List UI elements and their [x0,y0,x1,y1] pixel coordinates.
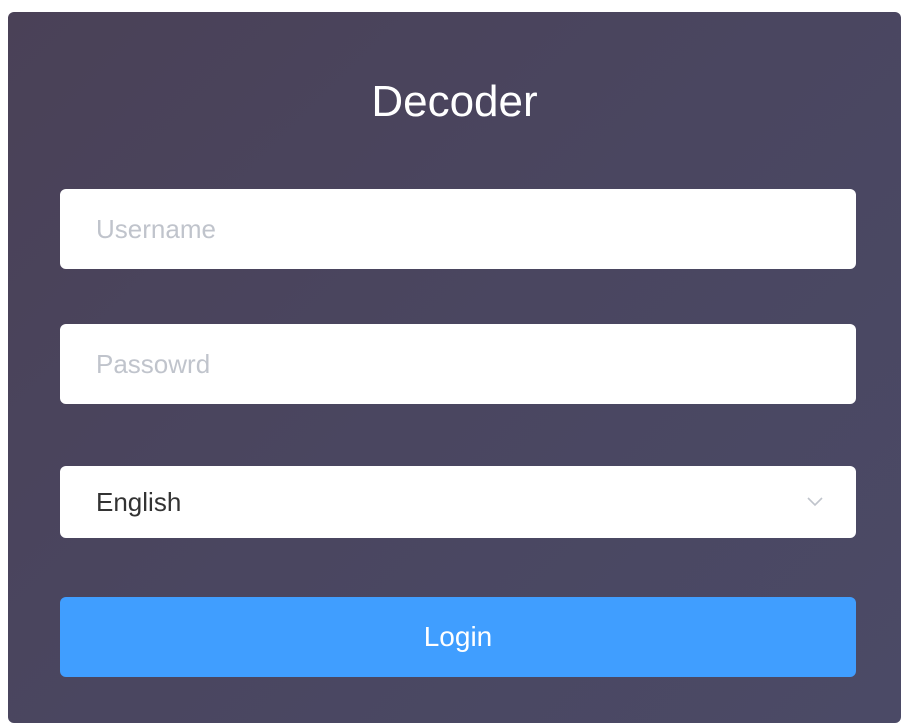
login-panel: Decoder English Login [8,12,901,723]
login-page: Decoder English Login [0,0,903,727]
username-input[interactable] [60,189,856,269]
login-button[interactable]: Login [60,597,856,677]
chevron-down-icon [807,497,823,507]
app-title: Decoder [371,77,538,126]
password-input[interactable] [60,324,856,404]
language-select[interactable]: English [60,466,856,538]
language-selected-value: English [96,487,182,517]
